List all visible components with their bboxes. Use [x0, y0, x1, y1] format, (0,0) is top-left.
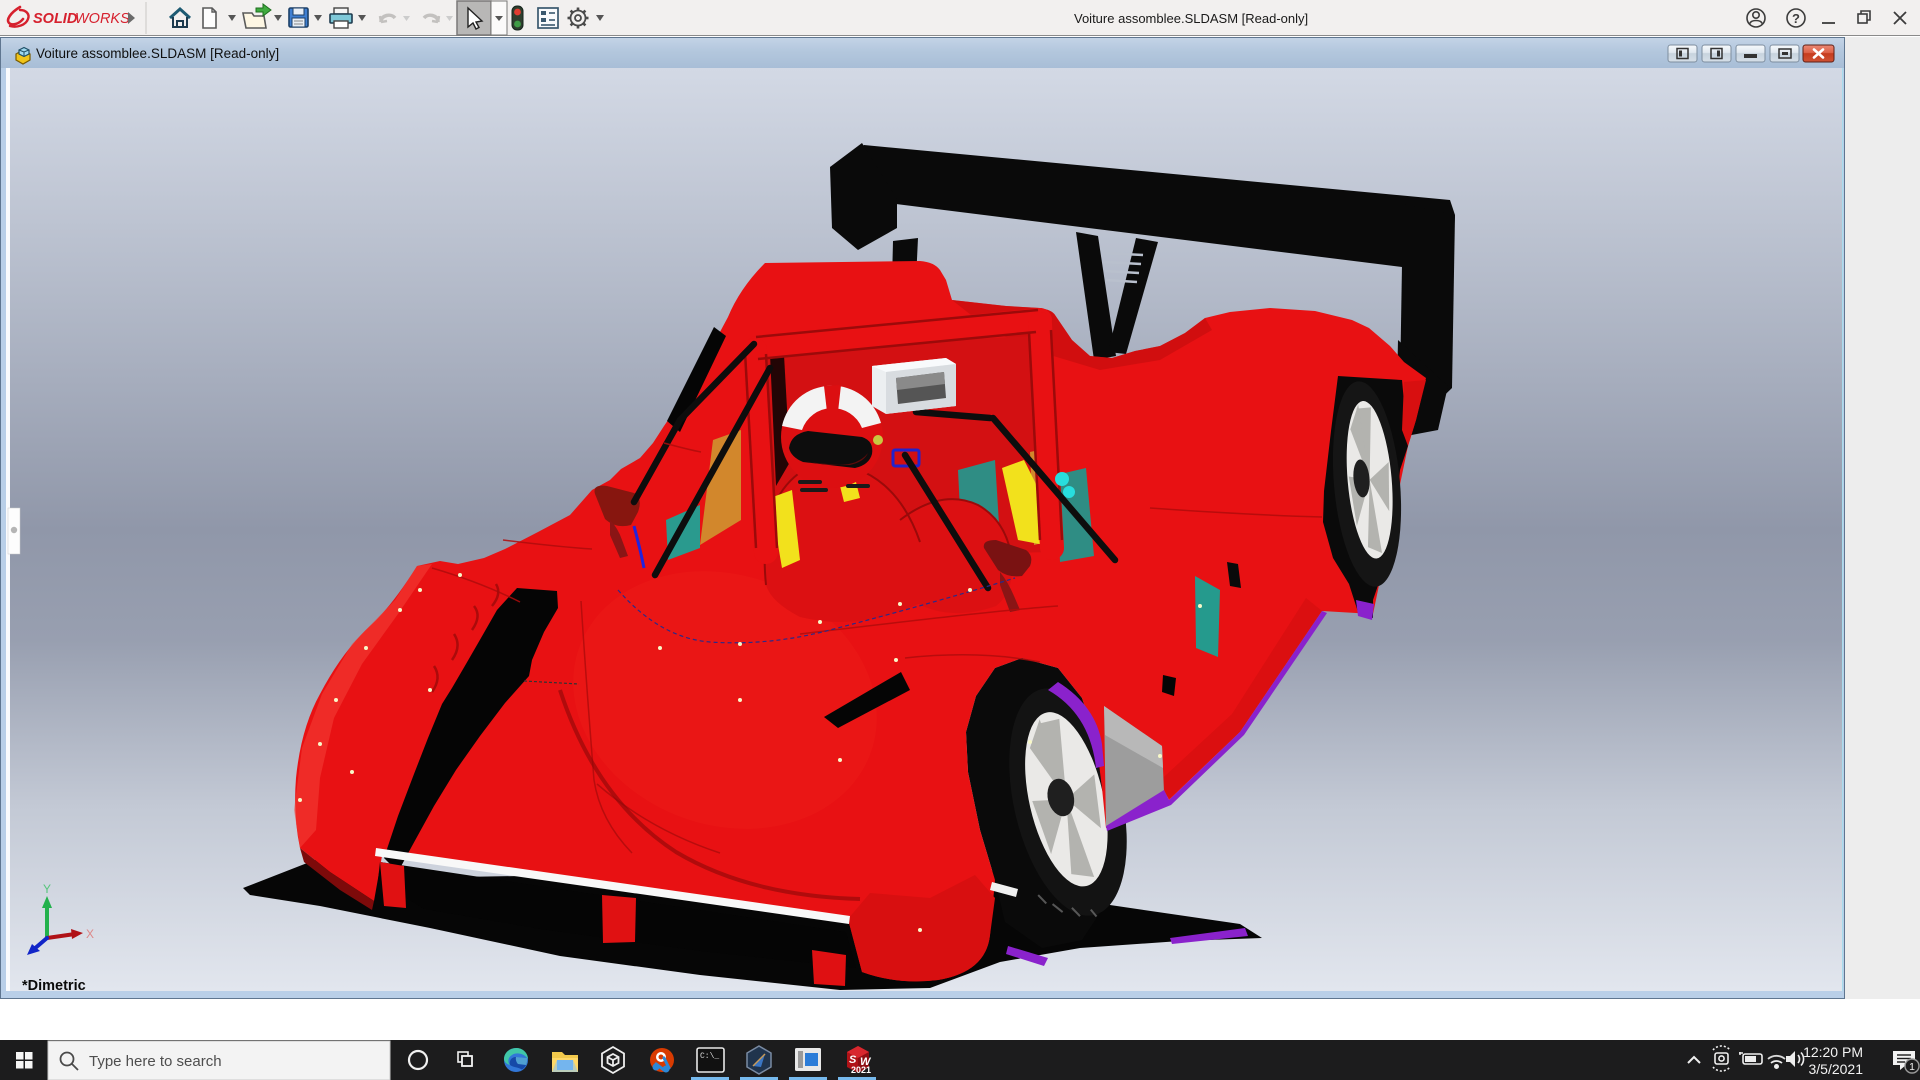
svg-text:SOLID: SOLID: [33, 11, 78, 27]
svg-text:*Dimetric: *Dimetric: [22, 978, 86, 991]
svg-text:Type here to search: Type here to search: [89, 1053, 222, 1070]
svg-text:1: 1: [1909, 1061, 1915, 1073]
svg-text:12:20 PM: 12:20 PM: [1803, 1044, 1863, 1060]
svg-text:Y: Y: [43, 882, 51, 896]
svg-text:Voiture assomblee.SLDASM [Read: Voiture assomblee.SLDASM [Read-only]: [1074, 11, 1308, 26]
svg-text:X: X: [86, 927, 94, 941]
svg-text:2021: 2021: [851, 1065, 871, 1075]
svg-text:3/5/2021: 3/5/2021: [1809, 1061, 1864, 1077]
svg-text:C:\_: C:\_: [700, 1052, 719, 1061]
svg-text:?: ?: [1792, 11, 1800, 26]
svg-text:WORKS: WORKS: [75, 11, 130, 27]
svg-text:Voiture assomblee.SLDASM [Read: Voiture assomblee.SLDASM [Read-only]: [36, 46, 279, 61]
